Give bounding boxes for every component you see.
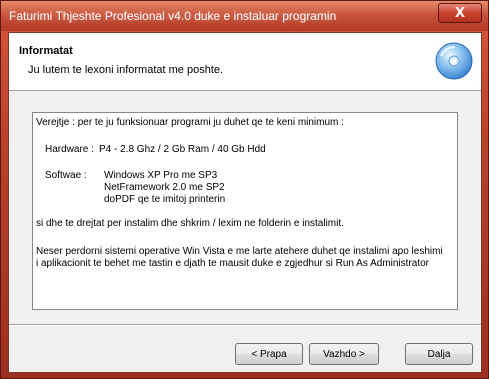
hardware-value: P4 - 2.8 Ghz / 2 Gb Ram / 40 Gb Hdd [99,144,266,155]
footer-separator [9,324,481,326]
hardware-label: Hardware : [45,144,94,155]
client-area: Informatat Ju lutem te lexoni informatat… [8,32,482,373]
rights-note: si dhe te drejtat per instalim dhe shkri… [36,218,344,229]
requirements-heading: Verejtje : per te ju funksionuar program… [36,117,344,128]
software-label: Softwae : [45,170,87,181]
vista-note-line: i aplikacionit te behet me tastin e djat… [36,258,429,269]
cancel-button[interactable]: Dalja [405,343,473,365]
installer-window: Faturimi Thjeshte Profesional v4.0 duke … [0,0,489,379]
close-icon: X [454,5,466,21]
software-item: doPDF qe te imitoj printerin [104,194,226,205]
close-button[interactable]: X [438,3,482,23]
software-item: Windows XP Pro me SP3 [104,170,218,181]
info-textbox[interactable]: Verejtje : per te ju funksionuar program… [32,112,458,310]
window-title: Faturimi Thjeshte Profesional v4.0 duke … [9,9,337,23]
vista-note-line: Neser perdorni sistemi operative Win Vis… [36,246,443,257]
page-header: Informatat Ju lutem te lexoni informatat… [9,33,481,91]
page-title: Informatat [19,45,73,57]
software-item: NetFramework 2.0 me SP2 [104,182,225,193]
next-button[interactable]: Vazhdo > [309,343,379,365]
back-button[interactable]: < Prapa [235,343,303,365]
page-subtitle: Ju lutem te lexoni informatat me poshte. [28,64,224,76]
cd-disc-icon [435,42,473,80]
title-bar[interactable]: Faturimi Thjeshte Profesional v4.0 duke … [1,1,488,31]
